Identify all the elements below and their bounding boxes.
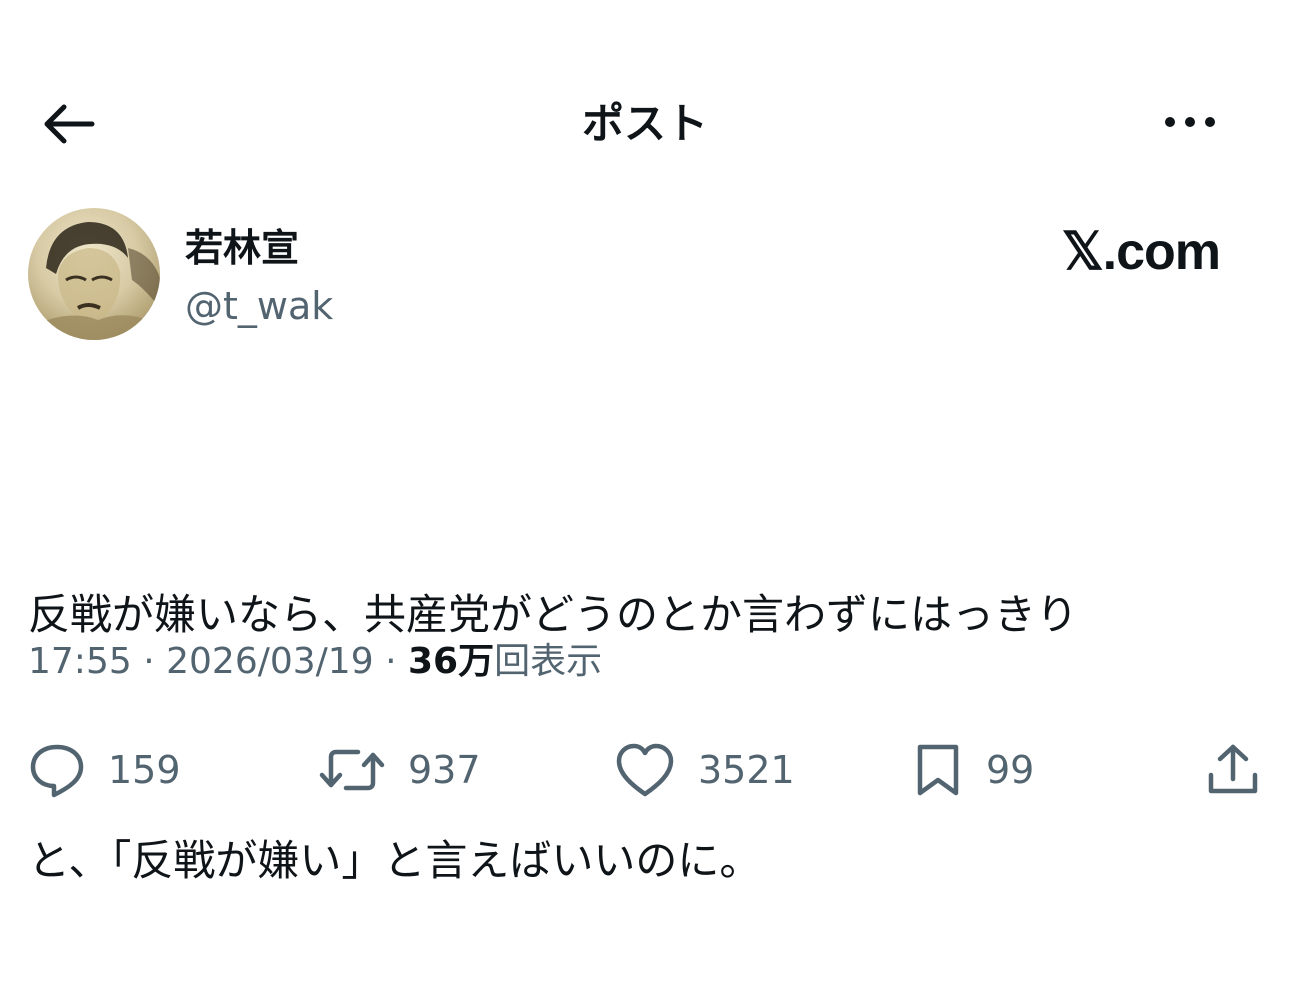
like-icon bbox=[614, 741, 676, 799]
more-button[interactable] bbox=[1160, 110, 1230, 138]
meta-separator: · bbox=[385, 641, 397, 682]
tweet-meta: 17:55 · 2026/03/19 · 36万回表示 bbox=[28, 636, 602, 688]
views-label: 回表示 bbox=[494, 641, 603, 682]
more-icon bbox=[1160, 110, 1230, 134]
page-title: ポスト bbox=[581, 99, 708, 148]
like-count: 3521 bbox=[698, 748, 795, 792]
post-time[interactable]: 17:55 bbox=[28, 641, 132, 682]
reply-button[interactable]: 159 bbox=[28, 730, 181, 810]
repost-count: 937 bbox=[408, 748, 481, 792]
like-button[interactable]: 3521 bbox=[614, 730, 795, 810]
post-date[interactable]: 2026/03/19 bbox=[166, 641, 374, 682]
meta-separator: · bbox=[143, 641, 155, 682]
tweet-text-line: と、「反戦が嫌い」と言えばいいのに。 bbox=[28, 836, 762, 885]
avatar[interactable] bbox=[28, 208, 160, 340]
bookmark-icon bbox=[912, 741, 964, 799]
author-header: 若林宣 @t_wak 𝕏.com bbox=[28, 208, 1268, 348]
repost-icon bbox=[318, 741, 386, 799]
share-icon bbox=[1204, 741, 1262, 799]
user-handle[interactable]: @t_wak bbox=[185, 282, 333, 330]
share-button[interactable] bbox=[1204, 730, 1262, 810]
reply-icon bbox=[28, 741, 86, 799]
views-count: 36万 bbox=[407, 641, 495, 682]
display-name[interactable]: 若林宣 bbox=[185, 224, 299, 272]
x-com-logo: 𝕏.com bbox=[1061, 223, 1221, 281]
repost-button[interactable]: 937 bbox=[318, 730, 481, 810]
top-bar: ポスト bbox=[0, 70, 1290, 180]
bookmark-button[interactable]: 99 bbox=[912, 730, 1034, 810]
reply-count: 159 bbox=[108, 748, 181, 792]
bookmark-count: 99 bbox=[986, 748, 1035, 792]
tweet-text: 反戦が嫌いなら、共産党がどうのとか言わずにはっきり と、「反戦が嫌い」と言えばい… bbox=[28, 410, 1258, 984]
action-bar: 159 937 3521 99 bbox=[0, 730, 1290, 810]
